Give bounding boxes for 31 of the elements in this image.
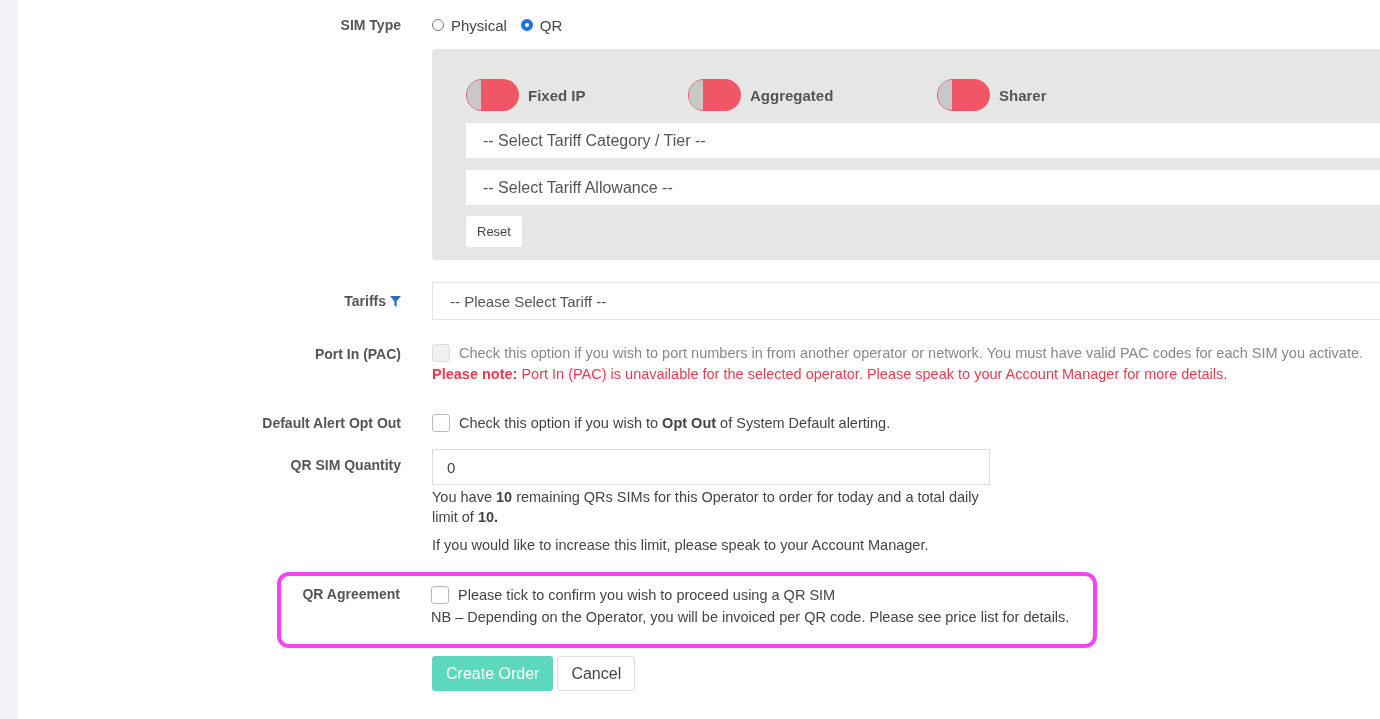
- tariff-allowance-select[interactable]: -- Select Tariff Allowance --: [466, 170, 1380, 205]
- field-label: Port In (PAC): [313, 345, 402, 362]
- field-label: QR Agreement: [301, 586, 401, 602]
- checkbox-label: Check this option if you wish to port numbers in from another operator or network. You must have valid PAC codes for each SIM you activate.: [459, 345, 1364, 361]
- checkbox[interactable]: [431, 586, 449, 604]
- toggle-switch[interactable]: [466, 79, 519, 111]
- cancel-button[interactable]: Cancel: [557, 656, 636, 691]
- toggle-switch[interactable]: [688, 79, 741, 111]
- checkbox[interactable]: [432, 414, 450, 432]
- radio-button[interactable]: [520, 19, 533, 31]
- toggle-label: Aggregated: [750, 86, 834, 104]
- toggle-label: Fixed IP: [528, 86, 586, 104]
- field-label: Tariffs: [344, 293, 386, 309]
- radio-label: Physical: [451, 16, 507, 34]
- field-label: Default Alert Opt Out: [261, 415, 402, 431]
- radio-label: QR: [539, 16, 563, 34]
- filter-icon: [390, 295, 401, 307]
- quantity-input[interactable]: 0: [432, 449, 990, 485]
- checkbox-label: Check this option if you wish to Opt Out of System Default alerting.: [459, 415, 891, 431]
- field-label: SIM Type: [339, 17, 402, 33]
- reset-button[interactable]: Reset: [466, 216, 522, 247]
- note-text: NB – Depending on the Operator, you will be invoiced per QR code. Please see price list for details.: [431, 609, 1071, 625]
- toggle-switch[interactable]: [937, 79, 990, 111]
- help-text: You have 10 remaining QRs SIMs for this Operator to order for today and a total daily limit of 10.: [432, 488, 980, 527]
- warning-text: Please note: Port In (PAC) is unavailable for the selected operator. Please speak to your Account Manager for more details.: [432, 366, 1229, 382]
- tariff-select[interactable]: -- Please Select Tariff --: [432, 282, 1380, 320]
- field-label: QR SIM Quantity: [289, 456, 402, 473]
- checkbox-label: Please tick to confirm you wish to proceed using a QR SIM: [458, 587, 836, 603]
- help-text: If you would like to increase this limit, please speak to your Account Manager.: [432, 537, 929, 553]
- toggle-label: Sharer: [999, 86, 1047, 104]
- tariff-category-select[interactable]: -- Select Tariff Category / Tier --: [466, 123, 1380, 158]
